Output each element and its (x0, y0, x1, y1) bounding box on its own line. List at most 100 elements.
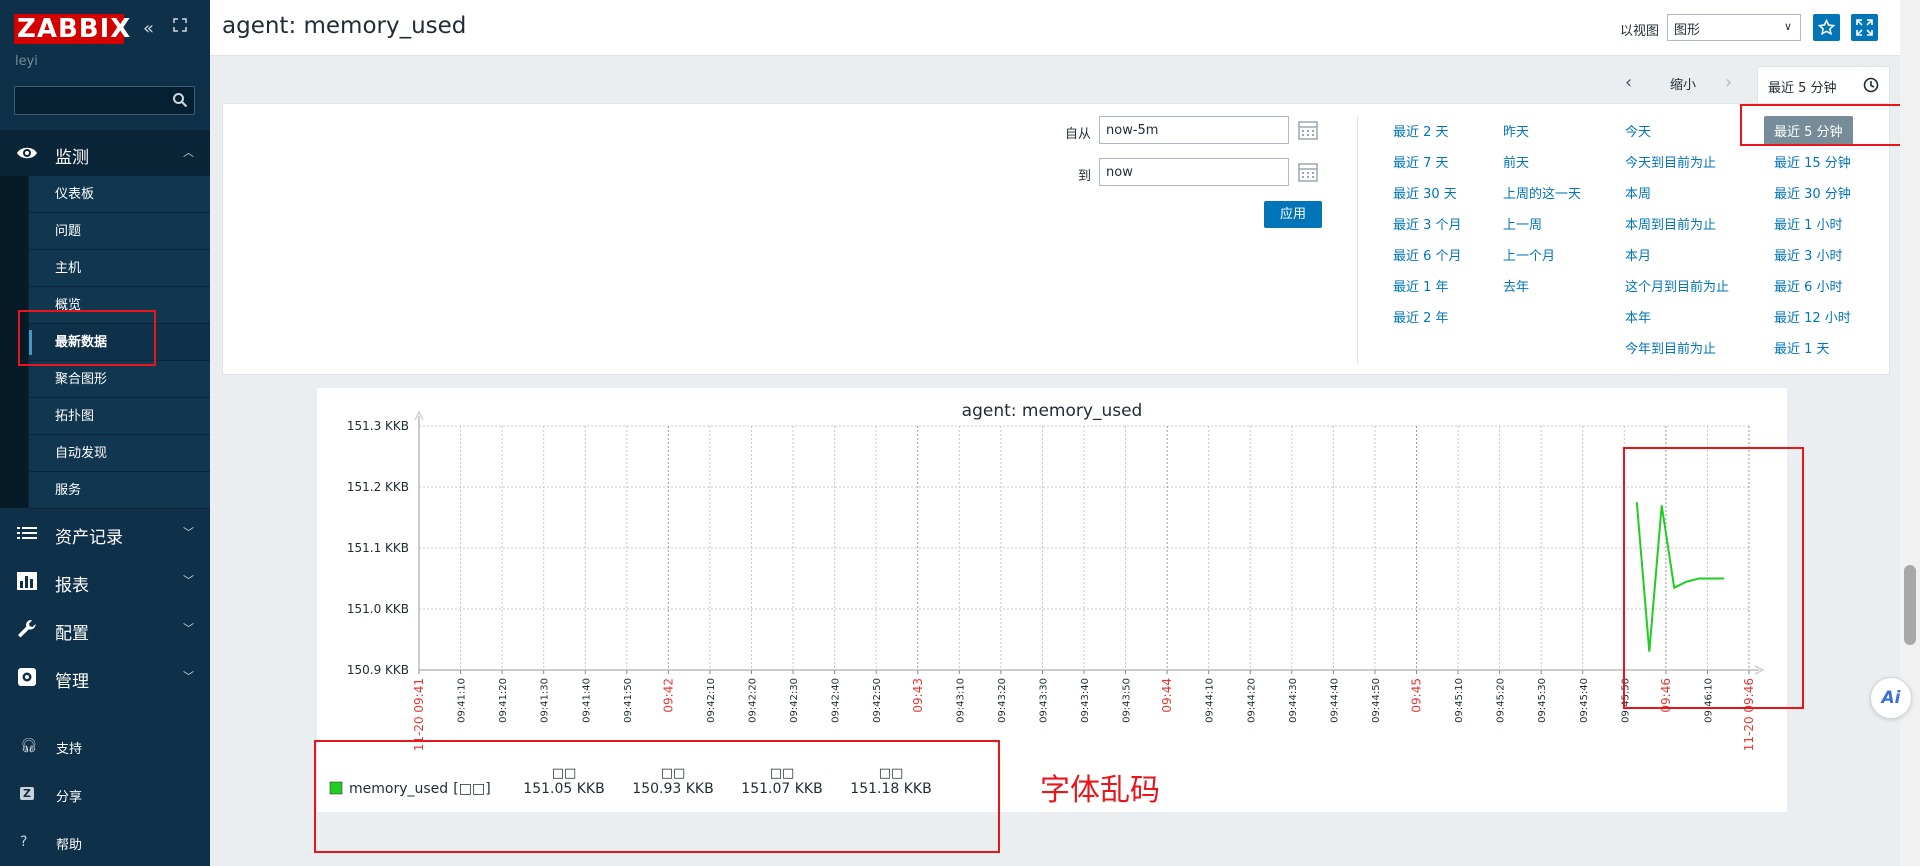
x-tick-label: 09:44:40 (1329, 678, 1340, 723)
view-as-label: 以视图 (1620, 24, 1660, 39)
from-input[interactable] (1099, 116, 1289, 144)
x-tick-label: 09:42:30 (789, 678, 800, 723)
menu-share[interactable]: Z 分享 (0, 774, 210, 814)
quick-range-link[interactable]: 最近 3 个月 (1393, 214, 1462, 233)
quick-range-link[interactable]: 最近 12 小时 (1774, 307, 1851, 326)
chevron-down-icon: ﹀ (183, 670, 194, 683)
bar-chart-icon (17, 572, 37, 590)
menu-reports-label: 报表 (55, 576, 89, 596)
kiosk-icon[interactable] (172, 17, 188, 38)
chevron-left-icon[interactable]: ‹ (1625, 72, 1632, 93)
quick-range-link[interactable]: 本年 (1625, 307, 1651, 326)
chevron-up-icon: ︿ (183, 146, 194, 159)
page-title: agent: memory_used (222, 13, 467, 39)
submenu-problems[interactable]: 问题 (29, 213, 210, 250)
x-tick-label: 09:45 (1410, 678, 1424, 713)
filter-divider (1357, 116, 1358, 364)
menu-inventory-label: 资产记录 (55, 528, 123, 548)
x-tick-label: 09:41:40 (581, 678, 592, 723)
x-tick-label: 09:44:20 (1246, 678, 1257, 723)
menu-administration[interactable]: 管理 ﹀ (0, 654, 210, 700)
quick-range-link[interactable]: 最近 30 分钟 (1774, 183, 1851, 202)
chevron-right-icon[interactable]: › (1725, 72, 1732, 93)
menu-share-label: 分享 (56, 790, 83, 805)
x-tick-label: 09:41:50 (623, 678, 634, 723)
quick-range-link[interactable]: 前天 (1503, 152, 1529, 171)
menu-configuration[interactable]: 配置 ﹀ (0, 606, 210, 652)
annotation-box-legend (314, 740, 1000, 853)
annotation-box-latest-data (18, 310, 156, 366)
y-tick-label: 150.9 KKB (347, 663, 409, 677)
quick-range-link[interactable]: 本周 (1625, 183, 1651, 202)
zoom-out-button[interactable]: 缩小 (1670, 74, 1696, 93)
from-label: 自从 (1064, 127, 1091, 142)
chevron-down-icon: ﹀ (183, 574, 194, 587)
submenu-screens[interactable]: 聚合图形 (29, 361, 210, 398)
wrench-icon (18, 620, 36, 638)
quick-range-link[interactable]: 昨天 (1503, 121, 1529, 140)
quick-range-link[interactable]: 本周到目前为止 (1625, 214, 1716, 233)
menu-reports[interactable]: 报表 ﹀ (0, 558, 210, 604)
quick-range-link[interactable]: 本月 (1625, 245, 1651, 264)
view-as-select[interactable]: 图形 ∨ (1667, 14, 1801, 41)
to-input[interactable] (1099, 158, 1289, 186)
menu-support[interactable]: 🎧︎ 支持 (0, 726, 210, 766)
help-icon: ? (20, 834, 28, 850)
menu-inventory[interactable]: 资产记录 ﹀ (0, 510, 210, 556)
quick-range-link[interactable]: 最近 3 小时 (1774, 245, 1843, 264)
quick-range-link[interactable]: 上一周 (1503, 214, 1542, 233)
quick-range-link[interactable]: 今天 (1625, 121, 1651, 140)
zabbix-logo[interactable]: ZABBIX (14, 14, 130, 44)
menu-help[interactable]: ? 帮助 (0, 822, 210, 862)
search-icon[interactable] (172, 92, 188, 108)
quick-range-link[interactable]: 上周的这一天 (1503, 183, 1581, 202)
fullscreen-icon (1856, 19, 1873, 36)
x-tick-label: 09:42:20 (748, 678, 759, 723)
ai-assistant-button[interactable]: Ai (1870, 677, 1912, 719)
quick-range-link[interactable]: 最近 6 小时 (1774, 276, 1843, 295)
username: leyi (15, 54, 38, 69)
quick-range-link[interactable]: 最近 15 分钟 (1774, 152, 1851, 171)
quick-range-link[interactable]: 这个月到目前为止 (1625, 276, 1729, 295)
time-navigation: ‹ 缩小 › 最近 5 分钟 (1400, 64, 1890, 104)
quick-range-link[interactable]: 上一个月 (1503, 245, 1555, 264)
menu-administration-label: 管理 (55, 672, 89, 692)
quick-range-link[interactable]: 今天到目前为止 (1625, 152, 1716, 171)
submenu-maps[interactable]: 拓扑图 (29, 398, 210, 435)
favorite-button[interactable] (1813, 14, 1840, 41)
scrollbar-thumb[interactable] (1904, 565, 1916, 645)
y-tick-label: 151.1 KKB (347, 541, 409, 555)
calendar-icon[interactable] (1297, 119, 1319, 141)
apply-button[interactable]: 应用 (1264, 201, 1322, 228)
fullscreen-button[interactable] (1851, 14, 1878, 41)
menu-monitoring[interactable]: 监测 ︿ (0, 130, 210, 176)
quick-range-link[interactable]: 最近 6 个月 (1393, 245, 1462, 264)
annotation-box-data-line (1623, 447, 1804, 709)
quick-range-link[interactable]: 去年 (1503, 276, 1529, 295)
list-icon (17, 527, 37, 539)
submenu-dashboard[interactable]: 仪表板 (29, 176, 210, 213)
submenu-services[interactable]: 服务 (29, 472, 210, 509)
quick-range-link[interactable]: 最近 1 年 (1393, 276, 1449, 295)
quick-range-link[interactable]: 最近 7 天 (1393, 152, 1449, 171)
submenu-hosts[interactable]: 主机 (29, 250, 210, 287)
quick-range-link[interactable]: 最近 2 天 (1393, 121, 1449, 140)
page-scrollbar[interactable] (1900, 0, 1920, 866)
collapse-sidebar-icon[interactable]: « (143, 18, 154, 39)
headset-icon: 🎧︎ (20, 738, 38, 754)
star-icon (1818, 19, 1835, 36)
x-tick-label: 09:45:30 (1537, 678, 1548, 723)
x-tick-label: 09:43:10 (955, 678, 966, 723)
sidebar-search-input[interactable] (14, 86, 195, 115)
quick-range-link[interactable]: 最近 2 年 (1393, 307, 1449, 326)
calendar-icon[interactable] (1297, 161, 1319, 183)
quick-range-link[interactable]: 最近 30 天 (1393, 183, 1457, 202)
quick-range-link[interactable]: 今年到目前为止 (1625, 338, 1716, 357)
time-range-tab[interactable]: 最近 5 分钟 (1757, 66, 1890, 104)
to-label: 到 (1077, 169, 1091, 184)
x-tick-label: 09:43:20 (997, 678, 1008, 723)
quick-range-link[interactable]: 最近 1 小时 (1774, 214, 1843, 233)
submenu-discovery[interactable]: 自动发现 (29, 435, 210, 472)
quick-range-link[interactable]: 最近 1 天 (1774, 338, 1830, 357)
time-filter-panel: 自从 到 应用 最近 2 天 最近 7 天 最近 30 天 最近 3 个月 最近… (222, 103, 1890, 375)
